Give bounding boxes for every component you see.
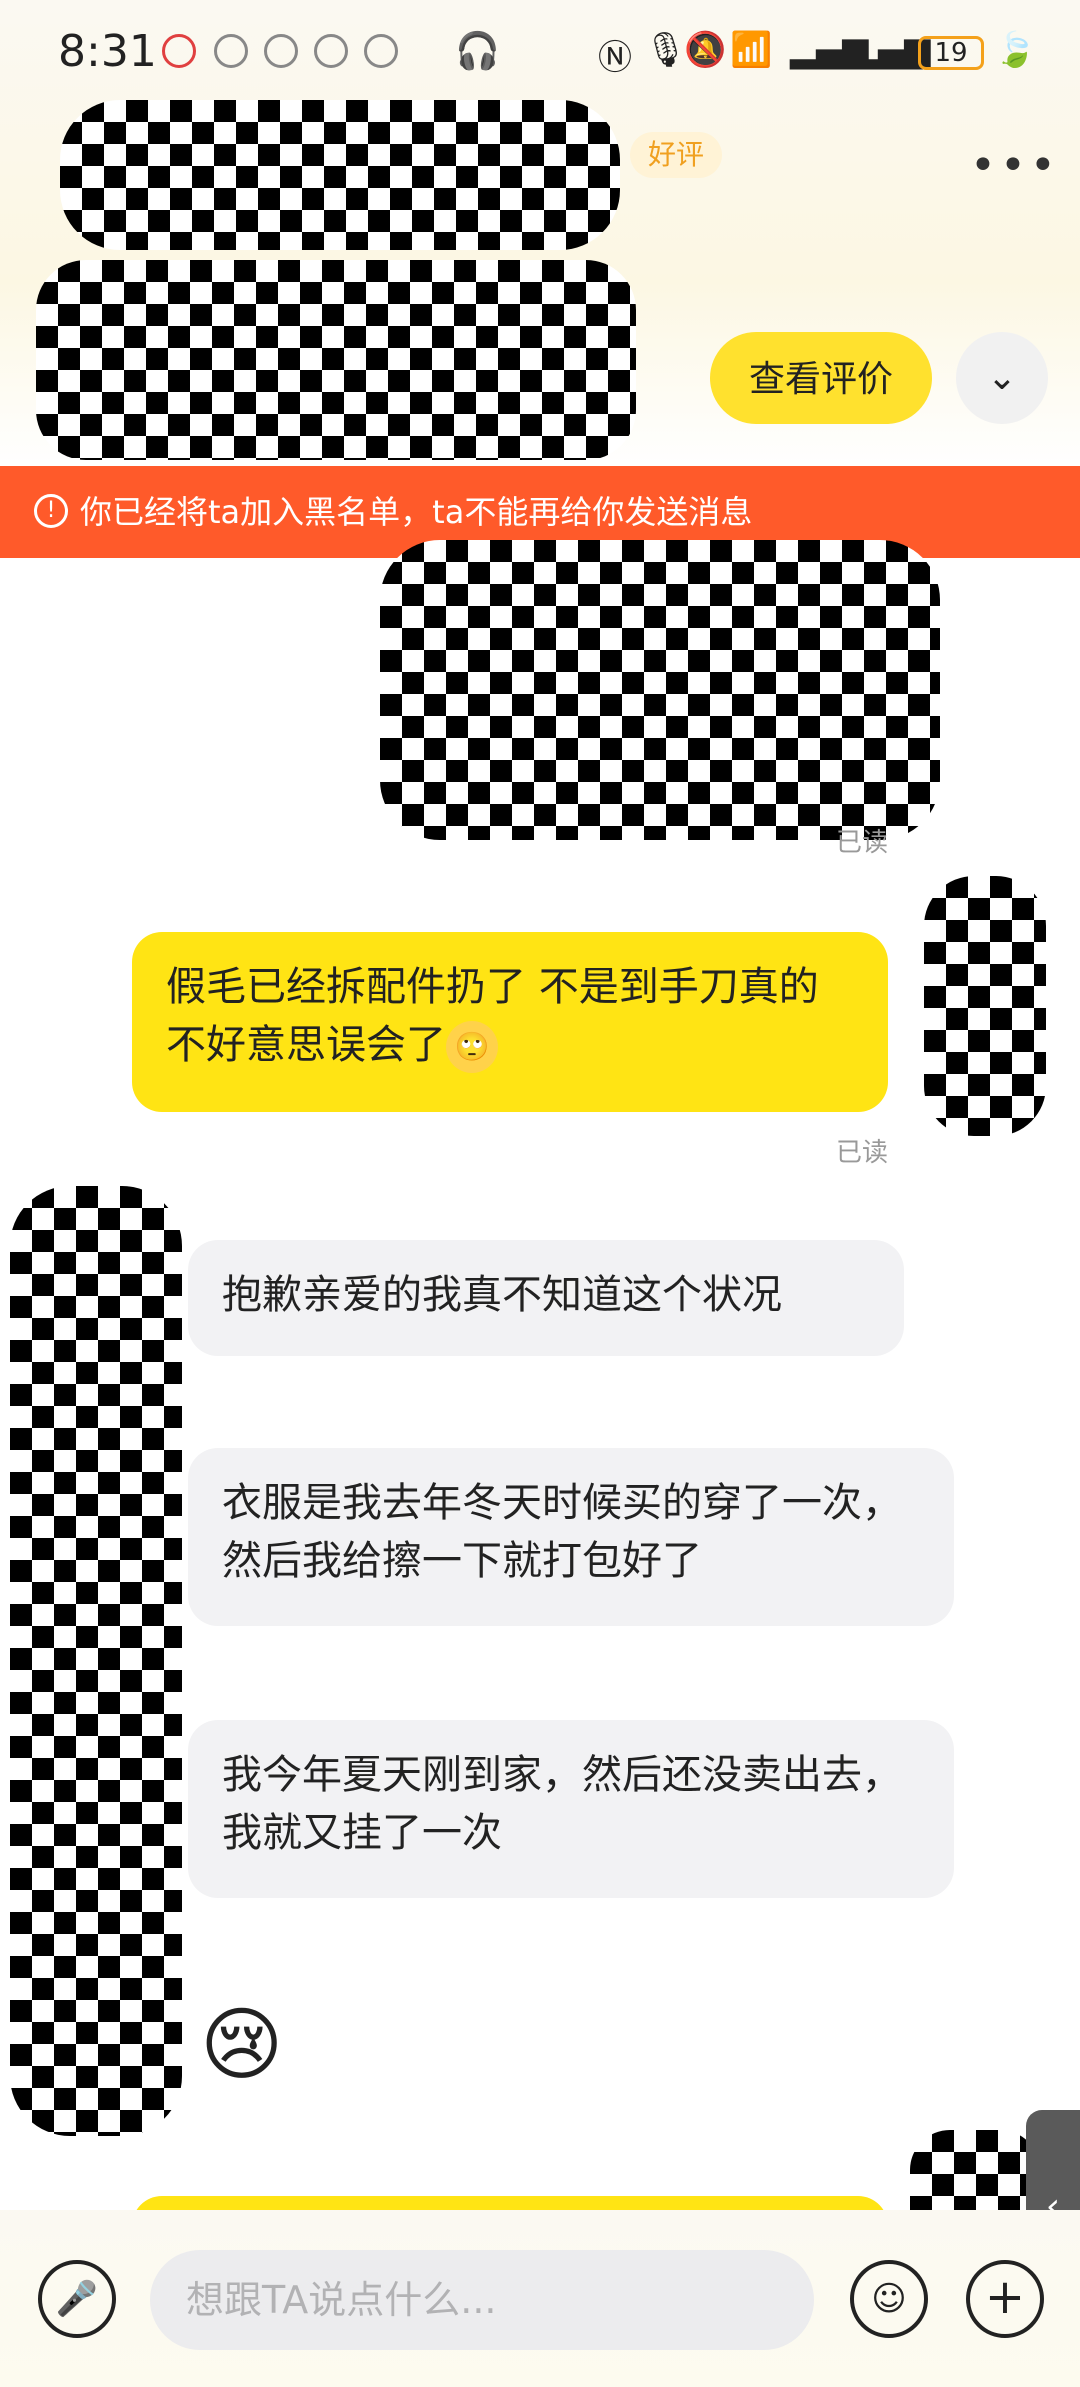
status-bar: 8:31 🎧 Ⓝ 🎙 🔕 📶 ▂▄▆ ▂▄▆ 19 🍃 xyxy=(0,0,1080,110)
message-text: 抱歉亲爱的我真不知道这个状况 xyxy=(222,1272,782,1318)
notification-icon xyxy=(314,34,348,68)
mic-icon[interactable]: 🎤 xyxy=(38,2260,116,2338)
message-image[interactable] xyxy=(380,540,940,840)
read-status: 已读 xyxy=(836,1138,889,1168)
wifi-icon: 📶 xyxy=(730,30,773,70)
more-options-icon[interactable]: ••• xyxy=(970,140,1060,191)
emoji-icon[interactable]: ☺ xyxy=(850,2260,928,2338)
hidden-user-name xyxy=(60,100,620,250)
plus-icon[interactable]: + xyxy=(966,2260,1044,2338)
mic-status-icon: 🎙 xyxy=(644,30,688,70)
message-text: 衣服是我去年冬天时候买的穿了一次，然后我给擦一下就打包好了 xyxy=(222,1480,902,1584)
avatar[interactable] xyxy=(10,1186,182,2136)
message-bubble-theirs[interactable]: 我今年夏天刚到家，然后还没卖出去，我就又挂了一次 xyxy=(188,1720,954,1898)
notification-icon xyxy=(162,34,196,68)
notification-icon xyxy=(264,34,298,68)
avatar[interactable] xyxy=(924,876,1046,1136)
headset-icon: 🎧 xyxy=(455,31,500,72)
alert-icon: ! xyxy=(34,494,68,528)
status-time: 8:31 xyxy=(58,26,157,77)
nfc-icon: Ⓝ xyxy=(598,38,632,78)
crying-sticker[interactable]: 😢 xyxy=(200,1990,290,2100)
good-review-badge: 好评 xyxy=(630,132,723,178)
message-text: 我今年夏天刚到家，然后还没卖出去，我就又挂了一次 xyxy=(222,1752,902,1856)
message-bubble-theirs[interactable]: 衣服是我去年冬天时候买的穿了一次，然后我给擦一下就打包好了 xyxy=(188,1448,954,1626)
notification-icon xyxy=(214,34,248,68)
mute-icon: 🔕 xyxy=(684,30,727,70)
chevron-down-icon[interactable]: ⌄ xyxy=(956,332,1048,424)
hidden-product-card[interactable] xyxy=(36,260,636,460)
read-status: 已读 xyxy=(836,828,889,858)
view-review-button[interactable]: 查看评价 xyxy=(710,332,932,424)
leaf-icon: 🍃 xyxy=(994,30,1037,70)
message-input[interactable]: 想跟TA说点什么... xyxy=(150,2250,814,2350)
message-bubble-mine[interactable]: 假毛已经拆配件扔了 不是到手刀真的不好意思误会了 🙄 xyxy=(132,932,888,1112)
message-bubble-theirs[interactable]: 抱歉亲爱的我真不知道这个状况 xyxy=(188,1240,904,1356)
notification-icon xyxy=(364,34,398,68)
sticker-emoji: 😢 xyxy=(200,1998,284,2091)
rolling-eyes-emoji: 🙄 xyxy=(446,1021,498,1073)
battery-indicator: 19 xyxy=(918,36,984,70)
